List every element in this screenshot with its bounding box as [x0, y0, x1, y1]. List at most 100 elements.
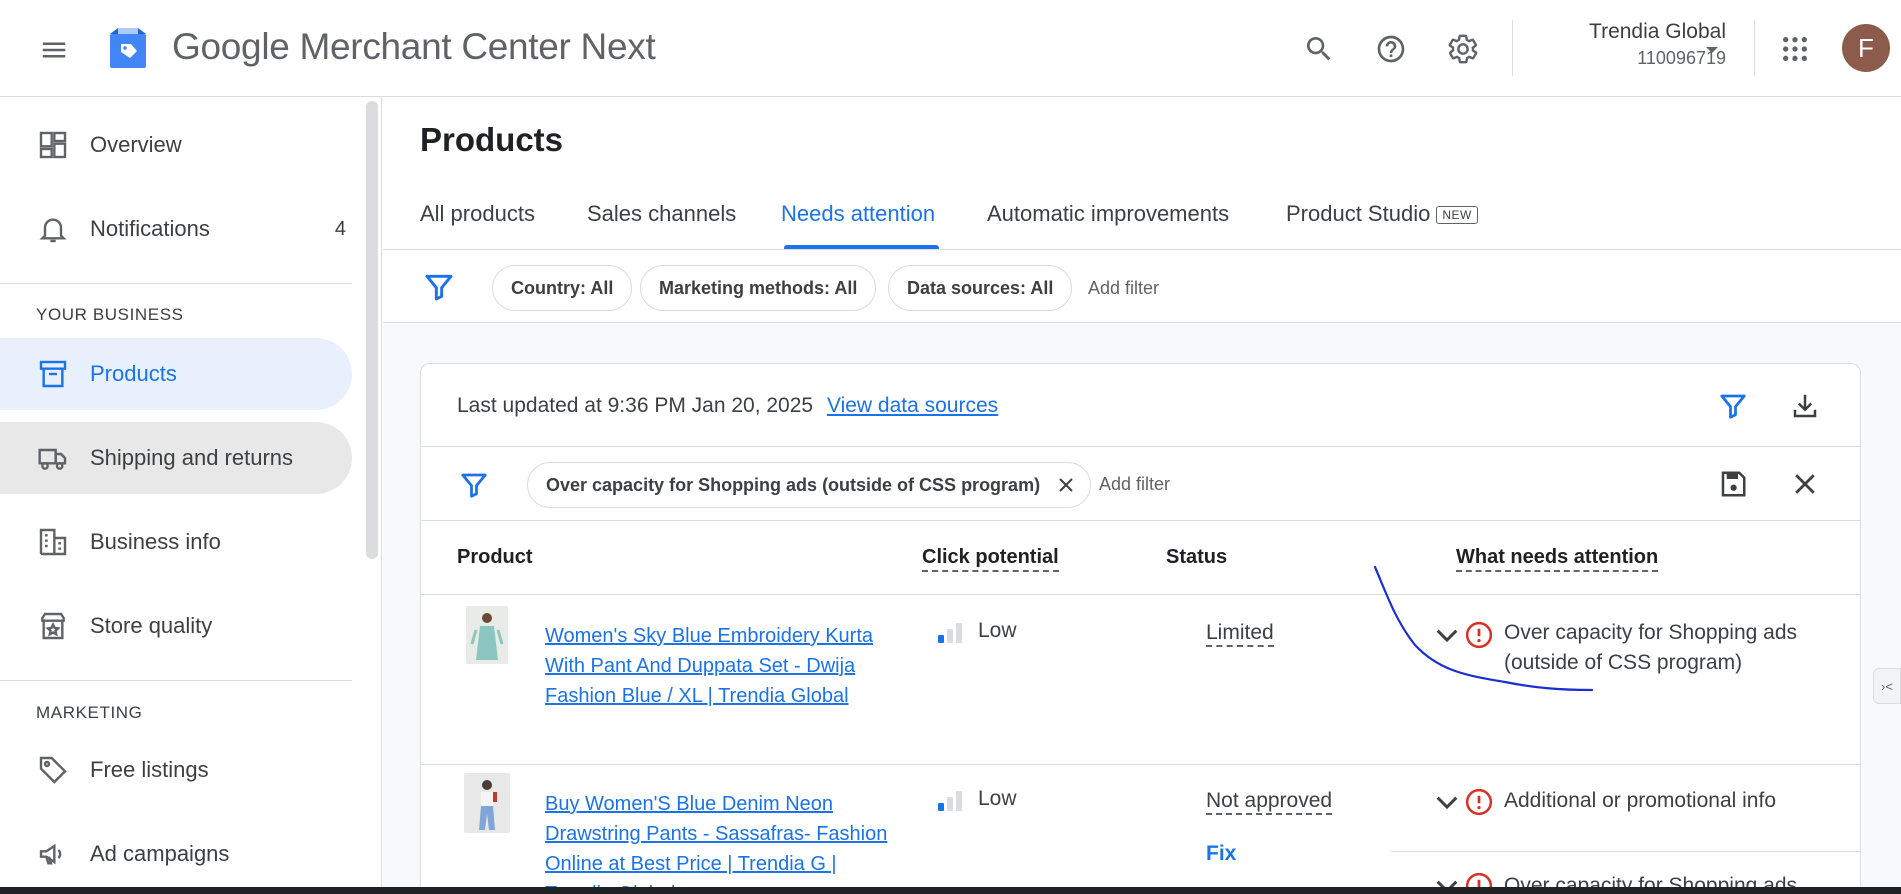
sidebar-item-label: Business info	[90, 529, 221, 554]
chevron-down-icon[interactable]	[1431, 620, 1463, 652]
main-content: Products All products Sales channels Nee…	[383, 97, 1901, 894]
filter-icon[interactable]	[459, 470, 489, 500]
apps-grid-icon	[1783, 37, 1807, 61]
active-tab-indicator	[784, 245, 939, 249]
products-table-card: Last updated at 9:36 PM Jan 20, 2025 Vie…	[420, 363, 1861, 894]
new-badge: NEW	[1436, 206, 1478, 225]
sidebar-item-label: Ad campaigns	[90, 841, 230, 866]
country-filter-chip[interactable]: Country: All	[492, 265, 633, 311]
truck-icon	[36, 441, 70, 475]
merchant-center-logo[interactable]	[104, 24, 152, 72]
sidebar-item-label: Overview	[90, 132, 182, 157]
notification-count-badge: 4	[334, 217, 346, 240]
close-icon[interactable]	[1054, 473, 1078, 497]
chevron-down-icon[interactable]	[1431, 787, 1463, 819]
save-filter-button[interactable]	[1715, 466, 1751, 502]
product-title-link[interactable]: Women's Sky Blue Embroidery Kurta With P…	[545, 621, 895, 711]
product-thumbnail[interactable]	[466, 606, 508, 664]
tab-all-products[interactable]: All products	[420, 201, 535, 227]
tab-product-studio[interactable]: Product Studio NEW	[1286, 201, 1478, 227]
sidebar-item-notifications[interactable]: Notifications 4	[0, 193, 352, 265]
view-data-sources-link[interactable]: View data sources	[827, 394, 998, 417]
last-updated-label: Last updated at 9:36 PM Jan 20, 2025	[457, 394, 814, 417]
data-sources-filter-chip[interactable]: Data sources: All	[888, 265, 1073, 311]
close-icon	[1795, 474, 1815, 494]
column-header-status[interactable]: Status	[1166, 546, 1227, 569]
apps-button[interactable]	[1773, 27, 1817, 71]
filter-icon	[1720, 394, 1746, 419]
issue-divider	[1391, 851, 1860, 852]
toolbar-divider	[1754, 20, 1755, 76]
section-heading-your-business: YOUR BUSINESS	[36, 305, 184, 324]
sidebar: Overview Notifications 4 YOUR BUSINESS P…	[0, 97, 382, 894]
tab-label: Product Studio	[1286, 201, 1431, 226]
product-thumbnail[interactable]	[464, 773, 510, 833]
column-header-what-needs-attention[interactable]: What needs attention	[1456, 546, 1659, 572]
column-header-click-potential[interactable]: Click potential	[922, 546, 1059, 572]
main-menu-button[interactable]	[34, 30, 74, 70]
status-value[interactable]: Not approved	[1206, 789, 1333, 815]
account-switcher[interactable]: Trendia Global 110096719	[1530, 20, 1726, 69]
marketing-methods-filter-chip[interactable]: Marketing methods: All	[640, 265, 877, 311]
sidebar-scrollbar[interactable]	[366, 101, 378, 559]
help-icon	[1377, 35, 1405, 63]
product-title-link[interactable]: Buy Women'S Blue Denim Neon Drawstring P…	[545, 789, 895, 894]
column-header-product[interactable]: Product	[457, 546, 533, 569]
table-header: Product Click potential Status What need…	[421, 522, 1860, 595]
add-filter-button[interactable]: Add filter	[1088, 278, 1159, 299]
sidebar-item-label: Notifications	[90, 216, 210, 241]
sidebar-divider	[0, 283, 352, 284]
low-signal-icon	[938, 789, 964, 811]
clear-filters-button[interactable]	[1787, 466, 1823, 502]
search-button[interactable]	[1297, 27, 1341, 71]
caret-down-icon[interactable]	[1700, 38, 1724, 62]
sidebar-item-business-info[interactable]: Business info	[0, 506, 352, 578]
sidebar-divider	[0, 680, 352, 681]
sidebar-item-label: Store quality	[90, 613, 213, 638]
sidebar-item-store-quality[interactable]: Store quality	[0, 590, 352, 662]
side-panel-toggle[interactable]: ›<	[1873, 668, 1901, 704]
toolbar-divider	[1512, 20, 1513, 76]
status-value[interactable]: Limited	[1206, 621, 1274, 647]
sidebar-item-ad-campaigns[interactable]: Ad campaigns	[0, 818, 352, 890]
archive-box-icon	[36, 357, 70, 391]
avatar[interactable]: F	[1842, 24, 1890, 72]
tab-sales-channels[interactable]: Sales channels	[587, 201, 736, 227]
table-row: Women's Sky Blue Embroidery Kurta With P…	[421, 596, 1860, 764]
fix-link[interactable]: Fix	[1206, 842, 1236, 866]
sidebar-item-shipping[interactable]: Shipping and returns	[0, 422, 352, 494]
last-updated-text: Last updated at 9:36 PM Jan 20, 2025 Vie…	[457, 394, 998, 418]
click-potential-value: Low	[978, 787, 1017, 810]
active-filter-chip[interactable]: Over capacity for Shopping ads (outside …	[527, 462, 1092, 508]
sidebar-item-overview[interactable]: Overview	[0, 109, 352, 181]
click-potential-value: Low	[978, 619, 1017, 642]
sidebar-item-free-listings[interactable]: Free listings	[0, 734, 352, 806]
add-filter-button[interactable]: Add filter	[1099, 474, 1170, 495]
page-title: Products	[420, 121, 564, 158]
filter-icon[interactable]	[423, 271, 455, 303]
top-app-bar: Google Merchant Center Next Trendia Glob…	[0, 0, 1901, 97]
taskbar-edge	[0, 887, 1901, 894]
search-icon	[1306, 37, 1331, 61]
download-button[interactable]	[1787, 388, 1823, 424]
tab-automatic-improvements[interactable]: Automatic improvements	[987, 201, 1229, 227]
attention-issue-text: Additional or promotional info	[1504, 789, 1776, 812]
help-button[interactable]	[1369, 27, 1413, 71]
product-tabs: All products Sales channels Needs attent…	[383, 191, 1901, 250]
hamburger-menu-icon	[42, 42, 66, 58]
account-name: Trendia Global	[1589, 20, 1726, 43]
table-filter-row: Over capacity for Shopping ads (outside …	[421, 448, 1860, 521]
table-filter-button[interactable]	[1715, 388, 1751, 424]
building-icon	[36, 525, 70, 559]
sidebar-item-products[interactable]: Products	[0, 338, 352, 410]
tab-needs-attention[interactable]: Needs attention	[781, 201, 935, 227]
download-icon	[1793, 394, 1817, 418]
settings-button[interactable]	[1441, 27, 1485, 71]
megaphone-icon	[36, 837, 70, 871]
error-icon	[1465, 788, 1493, 816]
sidebar-item-label: Shipping and returns	[90, 445, 294, 470]
account-id: 110096719	[1637, 48, 1726, 68]
section-heading-marketing: MARKETING	[36, 703, 143, 722]
sidebar-item-label: Free listings	[90, 757, 209, 782]
low-signal-icon	[938, 621, 964, 643]
